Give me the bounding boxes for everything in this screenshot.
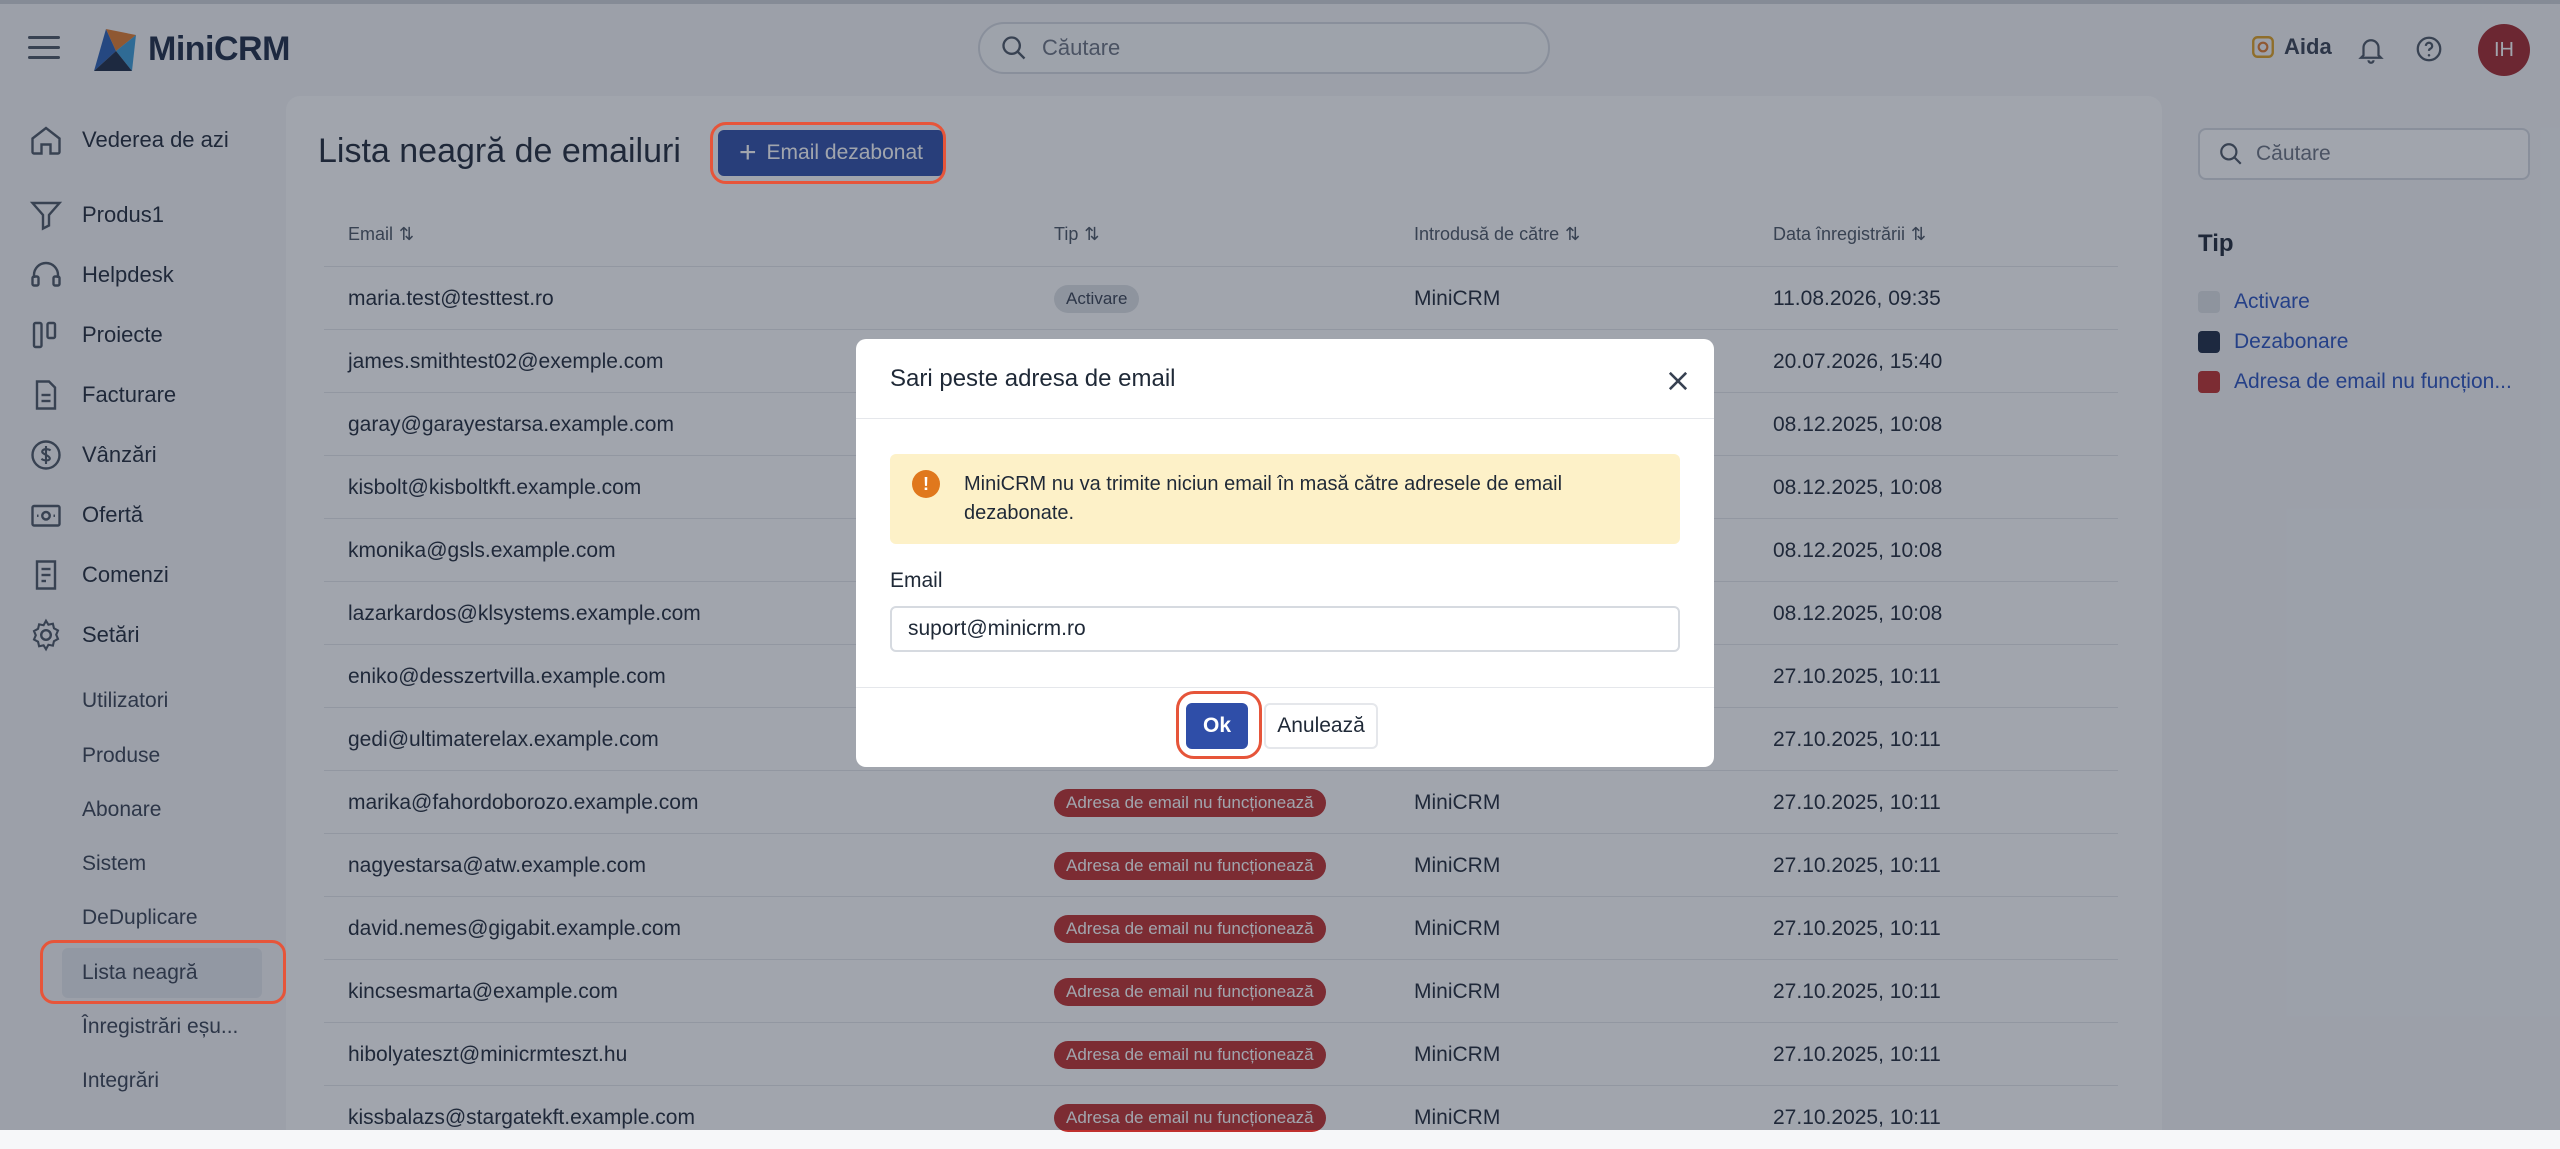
highlight-sidebar-lista-neagra	[40, 940, 286, 1004]
dialog-divider	[856, 687, 1714, 688]
warning-icon: !	[912, 470, 940, 498]
cancel-button[interactable]: Anulează	[1264, 703, 1378, 749]
close-icon[interactable]	[1664, 367, 1692, 395]
email-label: Email	[890, 569, 943, 592]
dialog-title: Sari peste adresa de email	[890, 365, 1176, 392]
dialog-divider	[856, 418, 1714, 419]
highlight-add-button	[710, 122, 946, 184]
skip-email-dialog: Sari peste adresa de email ! MiniCRM nu …	[856, 339, 1714, 767]
warning-text: MiniCRM nu va trimite niciun email în ma…	[964, 473, 1563, 524]
email-field[interactable]	[890, 606, 1680, 652]
highlight-ok-button	[1176, 691, 1262, 759]
warning-alert: ! MiniCRM nu va trimite niciun email în …	[890, 454, 1680, 544]
